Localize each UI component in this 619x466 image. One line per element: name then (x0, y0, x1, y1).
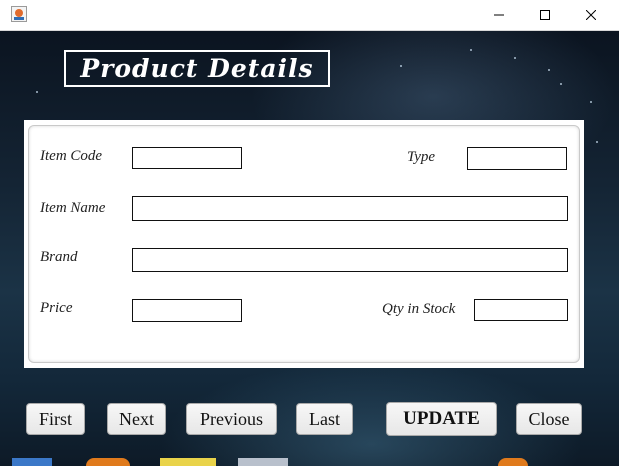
minimize-button[interactable] (476, 0, 522, 30)
page-title-box: Product Details (64, 50, 330, 87)
type-field[interactable] (467, 147, 567, 170)
last-button[interactable]: Last (296, 403, 353, 435)
page-title: Product Details (80, 54, 314, 83)
brand-field[interactable] (132, 248, 568, 272)
taskbar-peek-5 (498, 458, 528, 466)
qty-label: Qty in Stock (382, 301, 456, 317)
next-button[interactable]: Next (107, 403, 166, 435)
close-window-button[interactable] (568, 0, 614, 30)
taskbar-peek-2 (86, 458, 130, 466)
update-button[interactable]: UPDATE (386, 402, 497, 436)
taskbar-peek-3 (160, 458, 216, 466)
maximize-button[interactable] (522, 0, 568, 30)
minimize-icon (494, 14, 504, 16)
price-label: Price (40, 300, 73, 316)
close-button[interactable]: Close (516, 403, 582, 435)
close-icon (586, 10, 596, 20)
item-name-label: Item Name (40, 200, 106, 216)
price-field[interactable] (132, 299, 242, 322)
taskbar-peek-1 (12, 458, 52, 466)
java-cup-icon (11, 6, 27, 22)
type-label: Type (407, 149, 436, 165)
item-name-field[interactable] (132, 196, 568, 221)
maximize-icon (540, 10, 550, 20)
previous-button[interactable]: Previous (186, 403, 277, 435)
window-title-bar[interactable] (0, 0, 619, 31)
brand-label: Brand (40, 249, 78, 265)
item-code-field[interactable] (132, 147, 242, 169)
taskbar-peek-4 (238, 458, 288, 466)
qty-field[interactable] (474, 299, 568, 321)
item-code-label: Item Code (40, 148, 103, 164)
first-button[interactable]: First (26, 403, 85, 435)
